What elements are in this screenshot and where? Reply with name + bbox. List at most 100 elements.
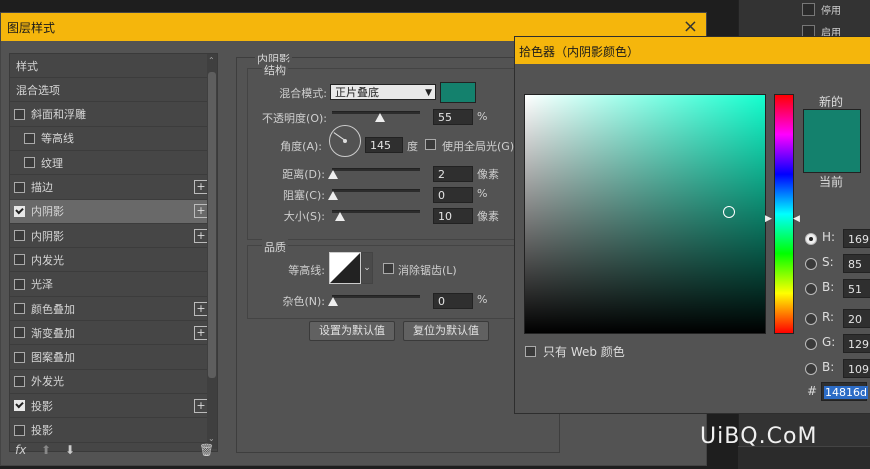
style-list-item[interactable]: 样式: [10, 54, 210, 78]
style-list-item-label: 图案叠加: [31, 351, 75, 365]
contour-preview[interactable]: [329, 252, 361, 284]
move-down-icon[interactable]: ⬇: [65, 443, 75, 457]
color-mode-radio[interactable]: [805, 338, 817, 350]
shadow-color-swatch[interactable]: [440, 82, 476, 103]
noise-slider-knob[interactable]: [328, 297, 338, 306]
color-mode-radio[interactable]: [805, 233, 817, 245]
color-field-input[interactable]: 129: [843, 334, 870, 353]
size-slider-knob[interactable]: [335, 212, 345, 221]
distance-input[interactable]: 2: [433, 166, 473, 182]
style-checkbox[interactable]: [14, 327, 25, 339]
choke-input[interactable]: 0: [433, 187, 473, 203]
fx-icon[interactable]: fx: [15, 443, 26, 457]
style-checkbox[interactable]: [14, 108, 25, 120]
distance-slider-knob[interactable]: [328, 170, 338, 179]
noise-input[interactable]: 0: [433, 293, 473, 309]
distance-slider[interactable]: [332, 168, 420, 171]
style-list-item[interactable]: 等高线: [10, 127, 210, 151]
style-list-item[interactable]: 外发光: [10, 370, 210, 394]
color-field-input[interactable]: 109: [843, 359, 870, 378]
style-checkbox[interactable]: [14, 181, 25, 193]
color-mode-radio[interactable]: [805, 363, 817, 375]
contour-dropdown[interactable]: ⌄: [361, 252, 373, 284]
watermark: UiBQ.CoM: [700, 424, 818, 449]
move-up-icon[interactable]: ⬆: [41, 443, 51, 457]
distance-unit: 像素: [477, 168, 499, 181]
style-list-item[interactable]: 图案叠加: [10, 346, 210, 370]
hex-input[interactable]: 14816d: [821, 382, 868, 401]
style-list-scrollbar[interactable]: ⌃ ⌄: [207, 54, 217, 449]
add-instance-icon[interactable]: +: [194, 301, 208, 316]
color-selector-circle[interactable]: [723, 205, 735, 218]
add-instance-icon[interactable]: +: [194, 180, 208, 194]
color-picker-title: 拾色器（内阴影颜色）: [519, 45, 640, 59]
style-list-item[interactable]: 斜面和浮雕: [10, 103, 210, 127]
style-checkbox[interactable]: [14, 205, 25, 217]
color-mode-radio[interactable]: [805, 258, 817, 270]
size-slider[interactable]: [332, 210, 420, 213]
color-field-input[interactable]: 51: [843, 279, 870, 298]
layers-row-disable[interactable]: 停用: [802, 2, 841, 17]
add-instance-icon[interactable]: +: [194, 204, 208, 219]
color-mode-radio[interactable]: [805, 283, 817, 295]
color-mode-radio[interactable]: [805, 313, 817, 325]
scroll-down-icon[interactable]: ⌄: [208, 434, 215, 443]
style-checkbox[interactable]: [14, 230, 25, 242]
style-checkbox[interactable]: [14, 424, 25, 436]
style-list-item[interactable]: 内发光: [10, 248, 210, 273]
global-light-checkbox[interactable]: [425, 139, 436, 150]
add-instance-icon[interactable]: +: [194, 325, 208, 340]
saturation-brightness-field[interactable]: [524, 94, 766, 334]
style-list-item-label: 内发光: [31, 253, 64, 267]
style-list-item[interactable]: 内阴影 +: [10, 199, 210, 224]
style-checkbox[interactable]: [24, 132, 35, 144]
angle-input[interactable]: 145: [365, 137, 403, 153]
style-list-item[interactable]: 纹理: [10, 151, 210, 176]
reset-default-button[interactable]: 复位为默认值: [403, 321, 489, 341]
opacity-slider-knob[interactable]: [375, 113, 386, 122]
style-list-item[interactable]: 颜色叠加 +: [10, 297, 210, 321]
scroll-up-icon[interactable]: ⌃: [208, 56, 215, 65]
color-field-label: R:: [822, 310, 835, 324]
style-checkbox[interactable]: [24, 157, 35, 169]
make-default-button[interactable]: 设置为默认值: [309, 321, 395, 341]
style-list-item[interactable]: 投影 +: [10, 394, 210, 419]
scrollbar-thumb[interactable]: [208, 72, 216, 378]
close-icon[interactable]: ×: [683, 16, 698, 37]
noise-slider[interactable]: [332, 295, 420, 298]
noise-label: 杂色(N):: [282, 295, 325, 308]
hue-slider[interactable]: [774, 94, 794, 334]
style-checkbox[interactable]: [14, 254, 25, 266]
blend-mode-select[interactable]: 正片叠底 ▼: [330, 84, 436, 100]
size-input[interactable]: 10: [433, 208, 473, 224]
style-list-item[interactable]: 混合选项: [10, 78, 210, 103]
angle-dial[interactable]: [329, 125, 361, 157]
color-field-input[interactable]: 85: [843, 254, 870, 273]
add-instance-icon[interactable]: +: [194, 228, 208, 243]
style-list-item[interactable]: 内阴影 +: [10, 224, 210, 249]
style-checkbox[interactable]: [14, 400, 25, 412]
style-checkbox[interactable]: [14, 375, 25, 387]
opacity-input[interactable]: 55: [433, 109, 473, 125]
choke-slider-knob[interactable]: [328, 191, 338, 200]
style-checkbox[interactable]: [14, 351, 25, 363]
style-checkbox[interactable]: [14, 303, 25, 314]
hue-arrow-left-icon[interactable]: ▶: [765, 214, 772, 224]
color-field-input[interactable]: 169: [843, 229, 870, 248]
web-only-checkbox[interactable]: [525, 346, 536, 357]
style-list-item[interactable]: 光泽: [10, 273, 210, 297]
trash-icon[interactable]: 🗑: [199, 443, 214, 457]
color-field-input[interactable]: 20: [843, 309, 870, 328]
style-list-item[interactable]: 投影: [10, 419, 210, 443]
antialias-checkbox[interactable]: [383, 263, 394, 274]
color-picker-titlebar[interactable]: 拾色器（内阴影颜色）: [515, 37, 870, 64]
style-list-item[interactable]: 描边 +: [10, 176, 210, 200]
add-instance-icon[interactable]: +: [194, 398, 208, 413]
style-list-item[interactable]: 渐变叠加 +: [10, 321, 210, 346]
choke-slider[interactable]: [332, 189, 420, 192]
hue-arrow-right-icon[interactable]: ◀: [793, 214, 800, 224]
style-checkbox[interactable]: [14, 278, 25, 290]
style-list: 样式 混合选项 斜面和浮雕 等高线 纹理 描边 + 内阴影 + 内阴影 + 内发光 光泽 颜色叠加 + 渐变叠…: [9, 53, 218, 452]
layer-checkbox[interactable]: [802, 3, 815, 16]
chevron-down-icon: ⌄: [363, 263, 371, 273]
